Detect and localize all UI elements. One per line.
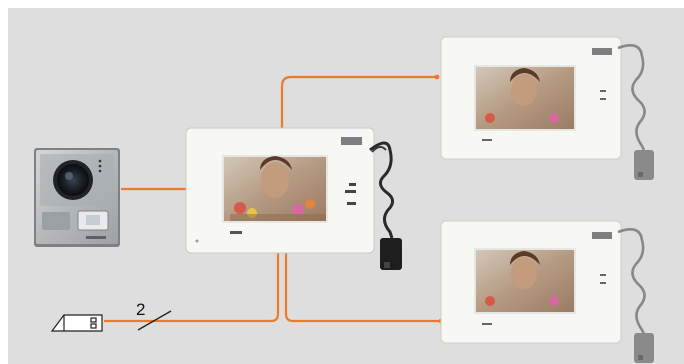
wire-count-label: 2	[136, 300, 146, 319]
wire-monitor-to-lock	[104, 253, 280, 323]
extension-monitor-top-icon	[440, 36, 654, 180]
diagram-svg	[34, 36, 654, 363]
extension-monitor-bottom-icon	[440, 220, 654, 363]
wiring-diagram: 2	[0, 0, 684, 364]
lock-release-icon	[50, 314, 103, 332]
main-monitor-icon	[185, 127, 375, 254]
wire-monitor-to-bottom-extension	[284, 253, 440, 323]
wire-monitor-to-top-extension	[280, 75, 436, 129]
door-station-icon	[34, 148, 120, 247]
power-adapter-icon	[369, 141, 402, 270]
